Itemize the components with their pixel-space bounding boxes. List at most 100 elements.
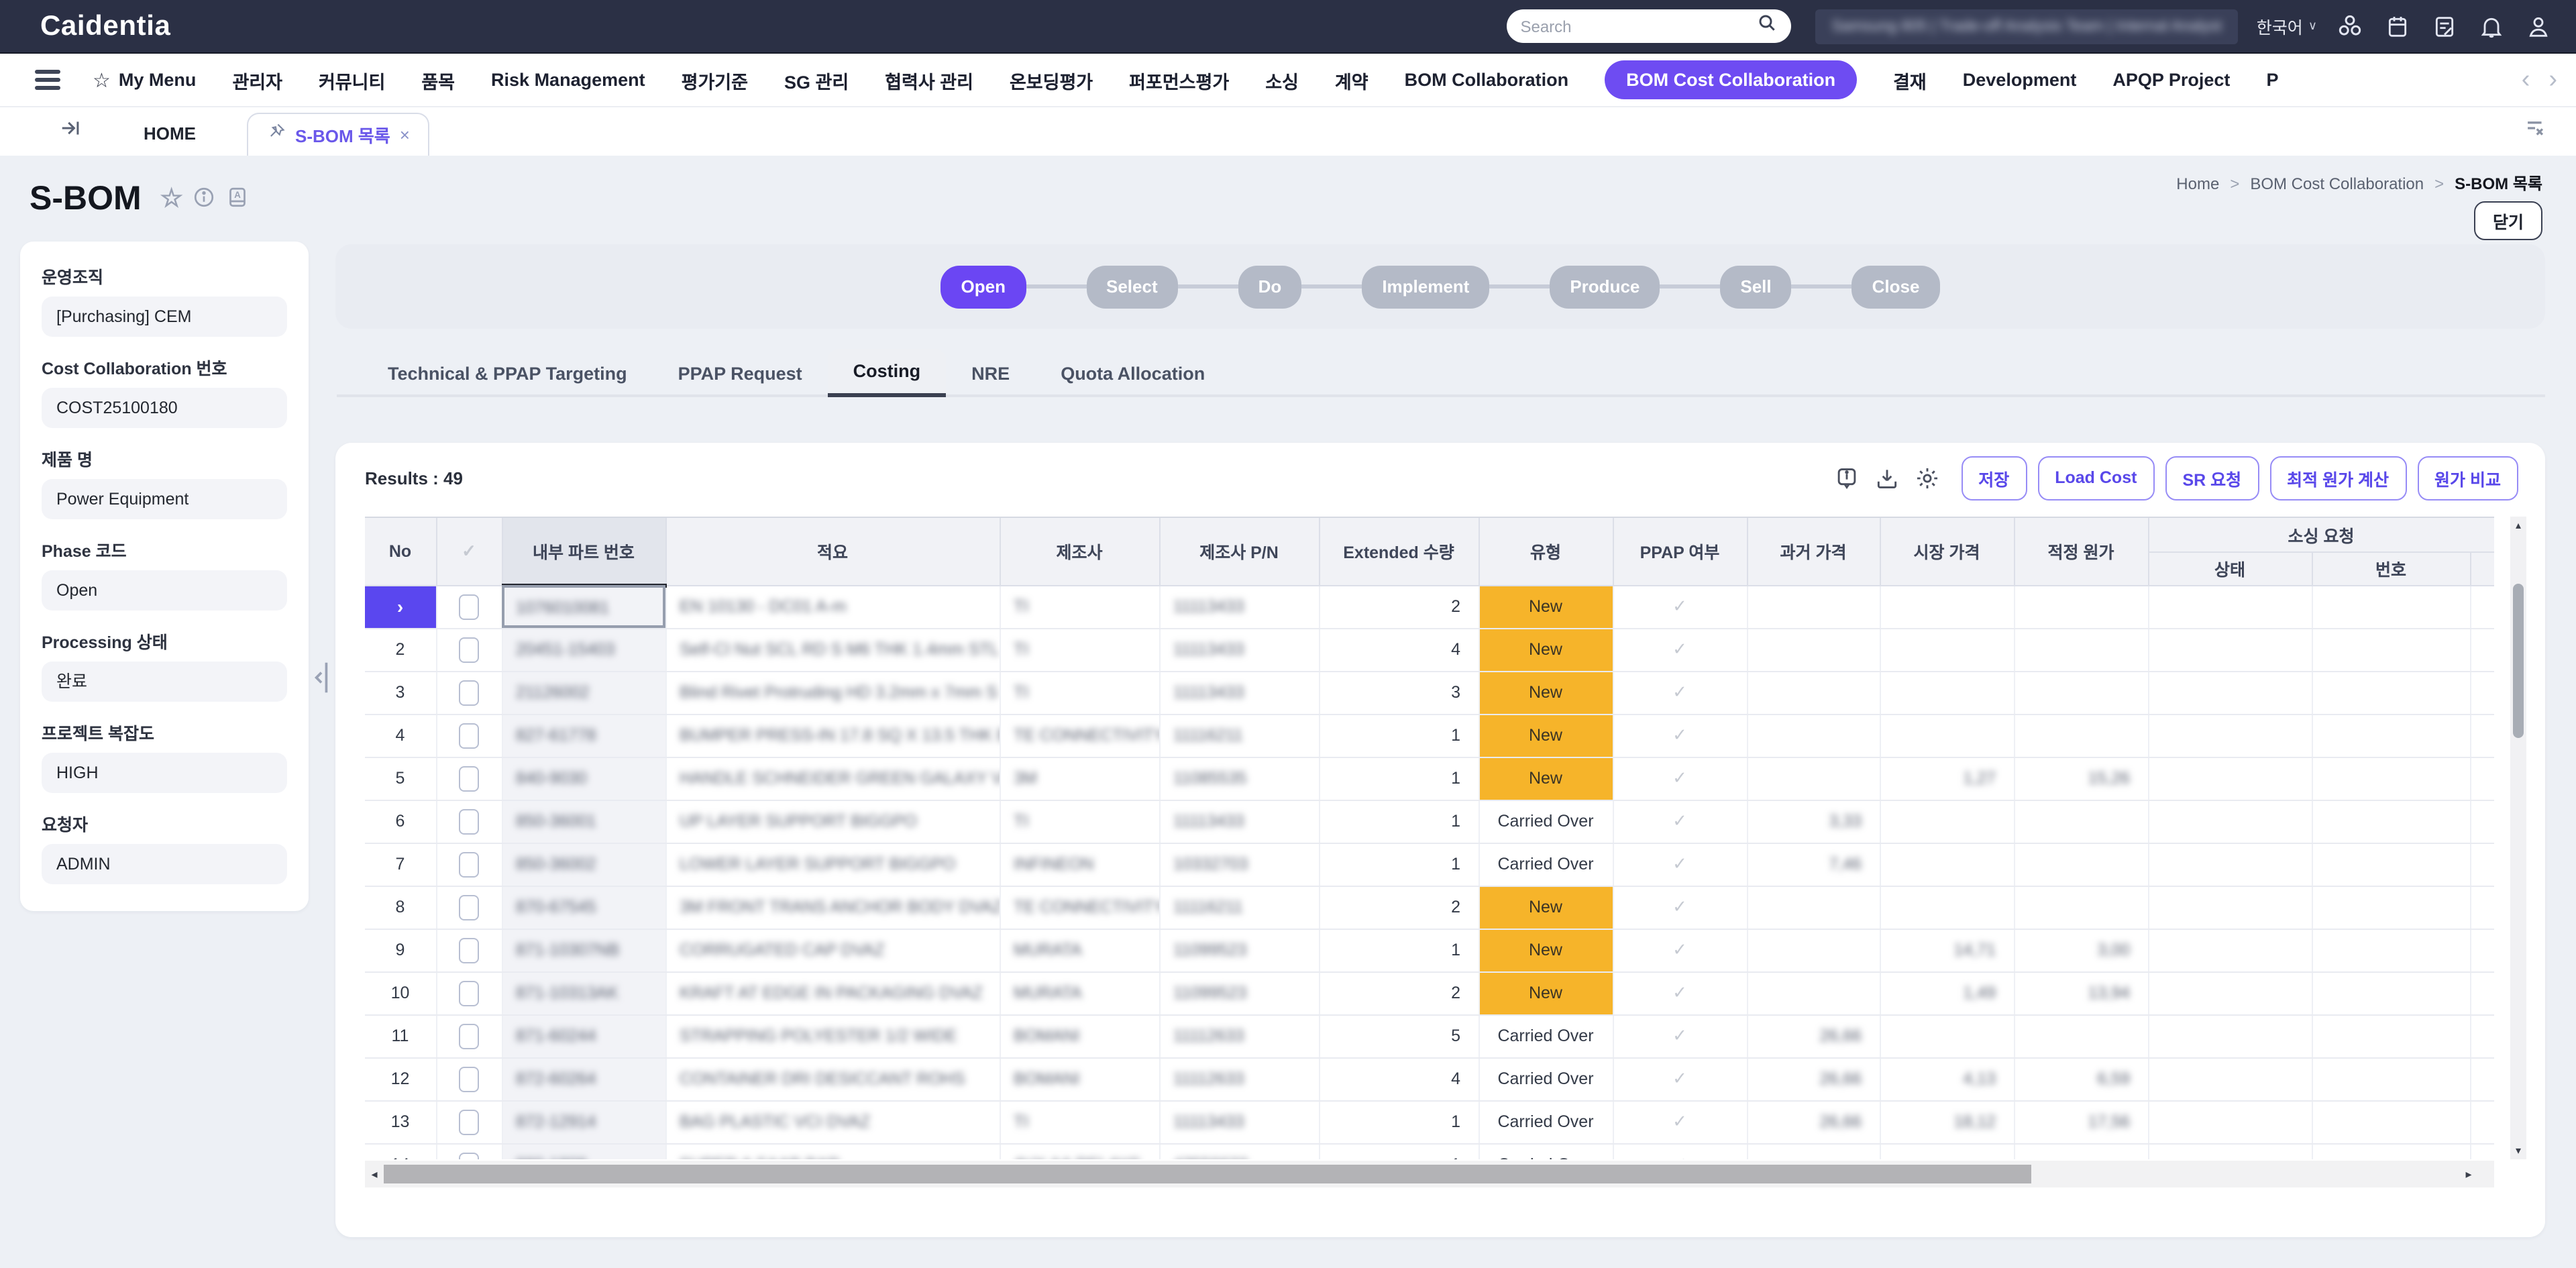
cell-part-no[interactable]: 850-36001 xyxy=(502,800,665,843)
cell-type[interactable]: New xyxy=(1479,971,1613,1014)
download-icon[interactable] xyxy=(1874,465,1899,490)
cell-extended-qty[interactable]: 5 xyxy=(1319,1014,1479,1057)
cell-extended-qty[interactable]: 1 xyxy=(1319,1143,1479,1159)
cell-target-cost[interactable]: 3,00 xyxy=(2014,929,2148,971)
nav-item-12[interactable]: BOM Collaboration xyxy=(1405,70,1569,90)
cell-part-no[interactable]: 872-60264 xyxy=(502,1057,665,1100)
cell-description[interactable]: CORRUGATED CAP DVAZ xyxy=(665,929,1000,971)
sidebar-field-value-3[interactable]: Open xyxy=(42,570,287,611)
cell-sourcing-number[interactable] xyxy=(2312,886,2470,929)
cell-past-price[interactable] xyxy=(1747,628,1880,671)
cell-type[interactable]: Carried Over xyxy=(1479,1057,1613,1100)
cell-extended-qty[interactable]: 2 xyxy=(1319,585,1479,628)
cell-manufacturer[interactable]: TE CONNECTIVITY xyxy=(1000,886,1159,929)
cell-past-price[interactable]: 7,46 xyxy=(1747,843,1880,886)
cell-ppap[interactable]: ✓ xyxy=(1613,585,1747,628)
horizontal-scroll-thumb[interactable] xyxy=(384,1165,2031,1183)
col-header-qty[interactable]: Extended 수량 xyxy=(1319,518,1479,585)
cell-part-no[interactable]: 21126002 xyxy=(502,671,665,714)
cell-sourcing-status[interactable] xyxy=(2148,1014,2312,1057)
step-open[interactable]: Open xyxy=(941,265,1026,308)
nav-item-17[interactable]: P xyxy=(2266,70,2278,90)
cell-target-cost[interactable] xyxy=(2014,1014,2148,1057)
step-do[interactable]: Do xyxy=(1238,265,1302,308)
cell-description[interactable]: BAG PLASTIC VCI DVAZ xyxy=(665,1100,1000,1143)
col-header-desc[interactable]: 적요 xyxy=(665,518,1000,585)
user-context-badge[interactable]: Samsung 805 | Trade-off Analysis Team | … xyxy=(1815,9,2237,44)
cell-part-no[interactable]: 870-67545 xyxy=(502,886,665,929)
horizontal-scrollbar[interactable]: ◂ ▸ xyxy=(365,1161,2494,1187)
nav-item-9[interactable]: 퍼포먼스평가 xyxy=(1129,66,1229,93)
tab-costing[interactable]: Costing xyxy=(828,349,947,397)
cell-checkbox[interactable] xyxy=(436,929,502,971)
cell-manufacturer[interactable]: TI xyxy=(1000,1100,1159,1143)
cell-market-price[interactable]: 1,27 xyxy=(1880,757,2014,800)
cell-checkbox[interactable] xyxy=(436,1057,502,1100)
cell-checkbox[interactable] xyxy=(436,800,502,843)
cell-past-price[interactable] xyxy=(1747,1143,1880,1159)
cell-market-price[interactable]: 14,71 xyxy=(1880,929,2014,971)
cell-type[interactable]: Carried Over xyxy=(1479,800,1613,843)
cell-extended-qty[interactable]: 4 xyxy=(1319,628,1479,671)
nav-item-0[interactable]: ☆My Menu xyxy=(93,68,196,92)
cell-checkbox[interactable] xyxy=(436,843,502,886)
cell-part-no[interactable]: 827-61778 xyxy=(502,714,665,757)
col-header-mfr-pn[interactable]: 제조사 P/N xyxy=(1159,518,1319,585)
cell-type[interactable]: Carried Over xyxy=(1479,843,1613,886)
cell-checkbox[interactable] xyxy=(436,886,502,929)
cell-checkbox[interactable] xyxy=(436,1100,502,1143)
cell-sourcing-status[interactable] xyxy=(2148,800,2312,843)
cell-no[interactable]: 9 xyxy=(365,929,436,971)
cell-sourcing-status[interactable] xyxy=(2148,886,2312,929)
tab-quota-allocation[interactable]: Quota Allocation xyxy=(1035,349,1230,397)
cell-no[interactable]: 4 xyxy=(365,714,436,757)
cell-part-no[interactable]: 872-12914 xyxy=(502,1100,665,1143)
cell-no[interactable]: 7 xyxy=(365,843,436,886)
cell-target-cost[interactable] xyxy=(2014,628,2148,671)
cell-target-cost[interactable] xyxy=(2014,886,2148,929)
cell-sourcing-number[interactable] xyxy=(2312,671,2470,714)
user-icon[interactable] xyxy=(2525,13,2552,40)
cell-past-price[interactable]: 3,33 xyxy=(1747,800,1880,843)
cell-no[interactable]: 6 xyxy=(365,800,436,843)
cell-description[interactable]: BUMPER PRESS-IN 17.8 SQ X 13.5 THK B xyxy=(665,714,1000,757)
scroll-down-icon[interactable]: ▾ xyxy=(2510,1145,2526,1157)
info-icon[interactable] xyxy=(193,184,217,214)
row-checkbox[interactable] xyxy=(459,594,479,619)
cell-manufacturer-pn[interactable]: 11113433 xyxy=(1159,628,1319,671)
cell-part-no[interactable]: 1076010081 xyxy=(502,585,665,628)
cell-target-cost[interactable]: 13,94 xyxy=(2014,971,2148,1014)
cell-no[interactable]: 11 xyxy=(365,1014,436,1057)
gear-icon[interactable] xyxy=(1914,465,1939,490)
cell-description[interactable]: 3M FRONT TRANS ANCHOR BODY DVAZ xyxy=(665,886,1000,929)
sidebar-field-value-6[interactable]: ADMIN xyxy=(42,844,287,884)
cell-ppap[interactable]: ✓ xyxy=(1613,800,1747,843)
cell-past-price[interactable] xyxy=(1747,671,1880,714)
col-header-mfr[interactable]: 제조사 xyxy=(1000,518,1159,585)
cell-ppap[interactable]: ✓ xyxy=(1613,971,1747,1014)
cell-sourcing-number[interactable] xyxy=(2312,1143,2470,1159)
cell-manufacturer-pn[interactable]: 11099523 xyxy=(1159,929,1319,971)
cell-no[interactable]: 13 xyxy=(365,1100,436,1143)
nav-item-13[interactable]: BOM Cost Collaboration xyxy=(1605,60,1857,99)
cell-description[interactable]: Self-Cl Nut SCL RD S M6 THK 1.4mm STL xyxy=(665,628,1000,671)
cell-extended-qty[interactable]: 4 xyxy=(1319,1057,1479,1100)
cell-manufacturer-pn[interactable]: 43556633 xyxy=(1159,1143,1319,1159)
col-header-past-price[interactable]: 과거 가격 xyxy=(1747,518,1880,585)
tab-ppap-request[interactable]: PPAP Request xyxy=(653,349,828,397)
cell-checkbox[interactable] xyxy=(436,714,502,757)
tab-nre[interactable]: NRE xyxy=(946,349,1035,397)
row-checkbox[interactable] xyxy=(459,980,479,1006)
cell-manufacturer[interactable]: TI xyxy=(1000,800,1159,843)
cell-sourcing-number[interactable] xyxy=(2312,929,2470,971)
note-icon[interactable] xyxy=(2431,13,2458,40)
cell-part-no[interactable]: 840-9030 xyxy=(502,757,665,800)
step-sell[interactable]: Sell xyxy=(1720,265,1791,308)
cell-extended-qty[interactable]: 1 xyxy=(1319,714,1479,757)
cell-no[interactable]: 8 xyxy=(365,886,436,929)
cell-past-price[interactable] xyxy=(1747,757,1880,800)
cell-market-price[interactable] xyxy=(1880,886,2014,929)
cell-part-no[interactable]: 850-36002 xyxy=(502,843,665,886)
cell-sourcing-number[interactable] xyxy=(2312,628,2470,671)
cell-sourcing-number[interactable] xyxy=(2312,757,2470,800)
